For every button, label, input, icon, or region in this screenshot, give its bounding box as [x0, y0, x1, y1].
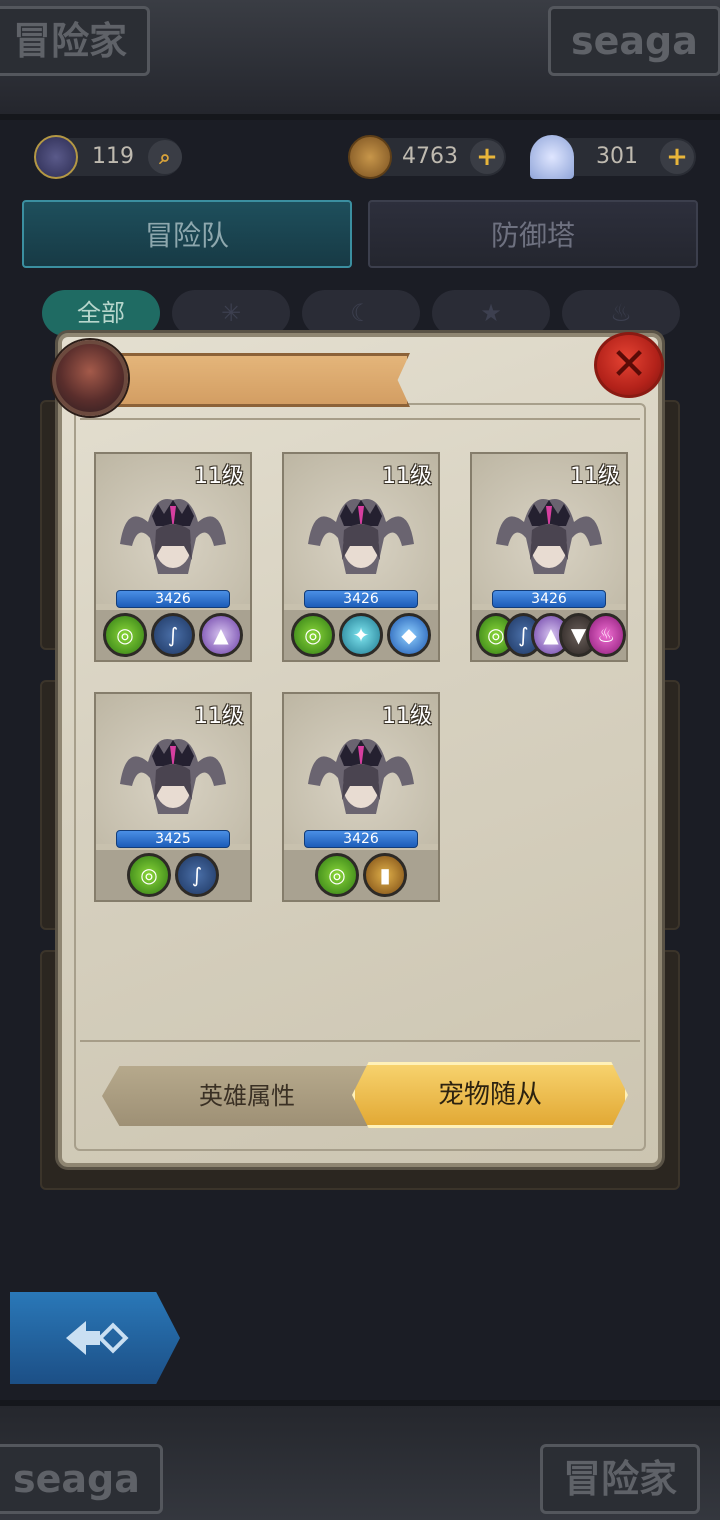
- shield-icon[interactable]: ◆: [387, 613, 431, 657]
- pet-portrait: 11级: [284, 694, 438, 844]
- pet-power: 3426: [492, 590, 606, 608]
- pet-power: 3426: [304, 590, 418, 608]
- filter-moon[interactable]: ☾: [302, 290, 420, 336]
- bottom-banner: seaga 冒险家: [0, 1400, 720, 1520]
- badge-icon: [34, 135, 78, 179]
- pet-card[interactable]: 11级 3426 ◎ ▮: [282, 692, 440, 902]
- level-resource: 119 ⌕: [34, 135, 182, 179]
- close-button[interactable]: ✕: [594, 332, 664, 398]
- banner-plate-left: 冒险家: [0, 6, 151, 76]
- divider-top: [80, 418, 640, 420]
- pet-card[interactable]: 11级 3426 ◎ ✦ ◆: [282, 452, 440, 662]
- hero-name-ribbon: [100, 353, 410, 407]
- back-button[interactable]: [10, 1292, 180, 1384]
- pet-power: 3426: [304, 830, 418, 848]
- pet-equipment: ◎ ✦ ◆: [284, 610, 438, 660]
- pet-portrait: 11级: [96, 694, 250, 844]
- filter-star[interactable]: ★: [432, 290, 550, 336]
- crossbow-icon[interactable]: ✦: [339, 613, 383, 657]
- gold-coin-icon: [348, 135, 392, 179]
- gold-value: 4763: [402, 144, 458, 169]
- amulet-icon[interactable]: ◎: [127, 853, 171, 897]
- pet-equipment: ◎ ▮: [284, 850, 438, 900]
- shell-resource: 301 +: [530, 135, 696, 179]
- pet-level: 11级: [194, 704, 244, 729]
- whip-icon[interactable]: ∫: [151, 613, 195, 657]
- level-value: 119: [92, 144, 134, 169]
- top-banner: 冒险家 seaga: [0, 0, 720, 120]
- search-icon[interactable]: ⌕: [148, 140, 182, 174]
- tab-pet-followers[interactable]: 宠物随从: [352, 1062, 628, 1128]
- pet-equipment: ◎ ∫: [96, 850, 250, 900]
- pet-card[interactable]: 11级 3425 ◎ ∫: [94, 692, 252, 902]
- pet-power: 3426: [116, 590, 230, 608]
- flame-icon[interactable]: ♨: [586, 613, 626, 657]
- hero-avatar: [52, 340, 128, 416]
- pet-level: 11级: [194, 464, 244, 489]
- add-gold-button[interactable]: +: [470, 140, 504, 174]
- whip-icon[interactable]: ∫: [175, 853, 219, 897]
- amulet-icon[interactable]: ◎: [315, 853, 359, 897]
- tab-adventure-team[interactable]: 冒险队: [22, 200, 352, 268]
- pet-portrait: 11级: [284, 454, 438, 604]
- divider-bottom: [80, 1040, 640, 1042]
- pet-level: 11级: [382, 704, 432, 729]
- banner-plate-right: seaga: [548, 6, 720, 76]
- filter-flame[interactable]: ♨: [562, 290, 680, 336]
- pet-card[interactable]: 11级 3426 ◎ ∫ ▲: [94, 452, 252, 662]
- pet-portrait: 11级: [472, 454, 626, 604]
- pet-power: 3425: [116, 830, 230, 848]
- tab-hero-attributes[interactable]: 英雄属性: [102, 1066, 392, 1126]
- close-icon: ✕: [610, 339, 648, 390]
- pet-portrait: 11级: [96, 454, 250, 604]
- banner-plate-left: seaga: [0, 1444, 163, 1514]
- shell-value: 301: [596, 144, 638, 169]
- boots-icon[interactable]: ▮: [363, 853, 407, 897]
- helmet-icon[interactable]: ▲: [199, 613, 243, 657]
- pet-level: 11级: [570, 464, 620, 489]
- amulet-icon[interactable]: ◎: [103, 613, 147, 657]
- pet-equipment: ◎ ∫ ▲: [96, 610, 250, 660]
- gold-resource: 4763 +: [348, 135, 506, 179]
- filter-sun[interactable]: ✳: [172, 290, 290, 336]
- amulet-icon[interactable]: ◎: [291, 613, 335, 657]
- back-arrow-icon: [66, 1321, 129, 1355]
- banner-plate-right: 冒险家: [540, 1444, 701, 1514]
- filter-all[interactable]: 全部: [42, 290, 160, 336]
- add-shell-button[interactable]: +: [660, 140, 694, 174]
- pet-card[interactable]: 11级 3426 ◎ ∫ ▲ ▼ ♨: [470, 452, 628, 662]
- pet-equipment: ◎ ∫ ▲ ▼ ♨: [472, 610, 626, 660]
- tab-defense-tower[interactable]: 防御塔: [368, 200, 698, 268]
- shell-icon: [530, 135, 574, 179]
- pet-level: 11级: [382, 464, 432, 489]
